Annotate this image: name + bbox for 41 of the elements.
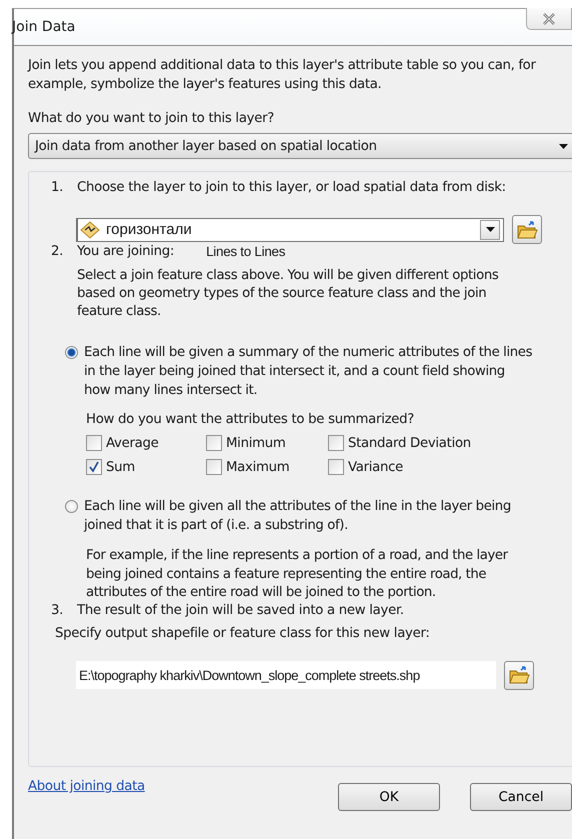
option-text: Each line will be given all the attributes of the line in the layer being joined that it is part of (i.e. a substring of). <box>84 498 512 535</box>
browse-button[interactable] <box>504 660 534 690</box>
close-icon <box>542 12 556 24</box>
join-prompt: What do you want to join to this layer? <box>28 111 276 126</box>
checkbox[interactable] <box>86 459 102 475</box>
checkbox-label: Variance <box>348 460 404 474</box>
step-number: 2. <box>51 244 64 259</box>
step-number: 1. <box>51 180 64 195</box>
checkbox-label: Average <box>106 436 159 450</box>
output-path-field[interactable]: E:\topography kharkiv\Downtown_slope_complete streets.shp <box>76 661 496 689</box>
step-label: You are joining: <box>77 244 174 259</box>
output-prompt: Specify output shapefile or feature class for this new layer: <box>55 626 431 640</box>
cancel-button[interactable]: Cancel <box>470 783 572 811</box>
radio-button[interactable] <box>65 500 78 513</box>
checkbox-label: Standard Deviation <box>348 436 471 450</box>
radio-button[interactable] <box>65 346 78 359</box>
joining-value: Lines to Lines <box>206 244 286 259</box>
checkbox-label: Maximum <box>226 460 290 474</box>
line-layer-icon <box>80 220 100 238</box>
step-label: Choose the layer to join to this layer, or load spatial data from disk: <box>77 180 506 195</box>
dropdown-arrow-icon <box>559 144 568 148</box>
layer-combo[interactable]: горизонтали <box>76 218 504 242</box>
description-text: Select a join feature class above. You will be given different options based on geometry types of the source feature class and the join feature class. <box>77 267 500 321</box>
checkbox[interactable] <box>328 459 344 475</box>
join-type-dropdown[interactable]: Join data from another layer based on spatial location <box>28 133 572 159</box>
close-button[interactable] <box>526 8 572 30</box>
checkbox[interactable] <box>206 435 222 451</box>
step-label: The result of the join will be saved into a new layer. <box>77 602 404 618</box>
step-number: 3. <box>51 602 64 618</box>
checkbox-label: Minimum <box>226 436 286 450</box>
option-text: Each line will be given a summary of the numeric attributes of the lines in the layer being joined that intersect it, and a count field showing how many lines intersect it. <box>84 344 534 400</box>
checkbox-label: Sum <box>106 460 135 474</box>
browse-button[interactable] <box>512 215 542 244</box>
ok-button[interactable]: OK <box>338 783 440 811</box>
checkbox[interactable] <box>206 459 222 475</box>
example-text: For example, if the line represents a portion of a road, and the layer being joined contains a feature representing the entire road, the attributes of the entire road will be joined to the portion. <box>86 547 510 602</box>
checkbox[interactable] <box>86 435 102 451</box>
help-link[interactable]: About joining data <box>28 779 145 794</box>
checkbox[interactable] <box>328 435 344 451</box>
intro-text: Join lets you append additional data to this layer's attribute table so you can, for example, symbolize the layer's features using this data. <box>28 57 537 94</box>
summary-prompt: How do you want the attributes to be summarized? <box>86 412 416 427</box>
